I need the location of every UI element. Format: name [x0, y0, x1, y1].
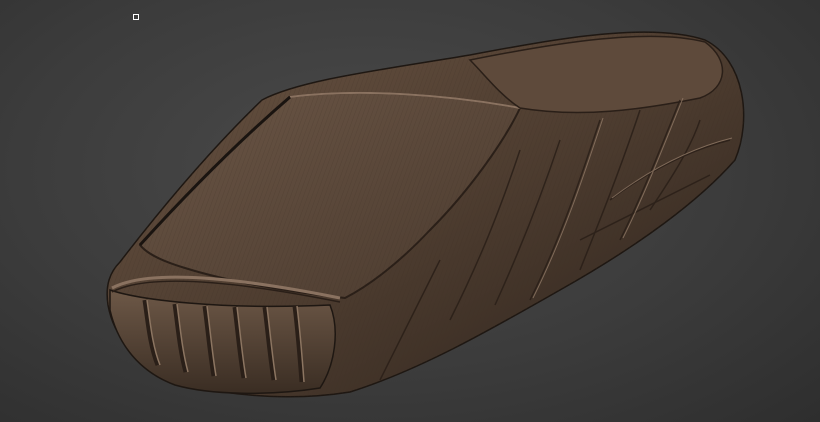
square-cursor-icon [133, 14, 139, 20]
3d-viewport[interactable] [0, 0, 820, 422]
sculpt-mesh[interactable] [0, 0, 820, 422]
